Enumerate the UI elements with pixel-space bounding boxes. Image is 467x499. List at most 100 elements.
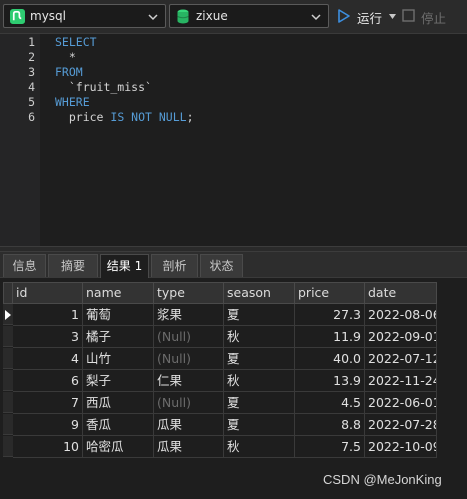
cell-date[interactable]: 2022-07-28: [365, 414, 437, 436]
sql-keyword: IS NOT NULL: [110, 110, 187, 124]
sql-token: ;: [186, 110, 194, 124]
cell-season[interactable]: 夏: [224, 392, 295, 414]
cell-type[interactable]: (Null): [154, 392, 224, 414]
database-icon: [177, 9, 189, 24]
column-header-season[interactable]: season: [224, 282, 295, 304]
tab-1[interactable]: 摘要: [48, 254, 98, 277]
cell-season[interactable]: 夏: [224, 414, 295, 436]
sql-keyword: SELECT: [55, 35, 97, 49]
line-number: 2: [28, 50, 35, 64]
cell-price[interactable]: 40.0: [295, 348, 365, 370]
cell-name[interactable]: 香瓜: [83, 414, 154, 436]
row-selector[interactable]: [3, 348, 13, 369]
cell-name[interactable]: 山竹: [83, 348, 154, 370]
play-icon: [338, 9, 350, 23]
sql-token: `fruit_miss`: [55, 80, 152, 94]
caret-down-icon[interactable]: [389, 14, 396, 19]
line-number: 1: [28, 35, 35, 49]
connection-icon: [10, 9, 25, 24]
code-line: `fruit_miss`: [55, 80, 152, 95]
line-number: 5: [28, 95, 35, 109]
cell-price[interactable]: 7.5: [295, 436, 365, 458]
cell-price[interactable]: 11.9: [295, 326, 365, 348]
cell-date[interactable]: 2022-11-24: [365, 370, 437, 392]
cell-type[interactable]: 浆果: [154, 304, 224, 326]
row-selector[interactable]: [3, 392, 13, 413]
code-line: WHERE: [55, 95, 90, 110]
stop-label: 停止: [421, 11, 447, 26]
column-header-name[interactable]: name: [83, 282, 154, 304]
tab-0[interactable]: 信息: [3, 254, 46, 277]
cell-id[interactable]: 6: [13, 370, 83, 392]
toolbar: mysql zixue 运行 停止: [0, 0, 467, 34]
code-line: SELECT: [55, 35, 97, 50]
row-selector[interactable]: [3, 326, 13, 347]
cell-price[interactable]: 4.5: [295, 392, 365, 414]
column-header-id[interactable]: id: [13, 282, 83, 304]
cell-name[interactable]: 橘子: [83, 326, 154, 348]
column-header-price[interactable]: price: [295, 282, 365, 304]
cell-season[interactable]: 夏: [224, 348, 295, 370]
cell-id[interactable]: 9: [13, 414, 83, 436]
connection-label: mysql: [30, 9, 66, 23]
line-number-gutter: 123456: [0, 34, 40, 246]
row-selector[interactable]: [3, 370, 13, 391]
row-selector[interactable]: [3, 414, 13, 435]
cell-season[interactable]: 秋: [224, 436, 295, 458]
result-tabbar: 信息 摘要 结果 1 剖析 状态: [0, 252, 467, 278]
result-grid[interactable]: id name type season price date 1 葡萄 浆果夏 27.3 2022-…: [0, 278, 467, 458]
cell-type[interactable]: 仁果: [154, 370, 224, 392]
chevron-down-icon: [311, 14, 321, 21]
cell-price[interactable]: 8.8: [295, 414, 365, 436]
stop-icon: [402, 9, 415, 22]
cell-name[interactable]: 葡萄: [83, 304, 154, 326]
line-number: 3: [28, 65, 35, 79]
cell-type[interactable]: 瓜果: [154, 436, 224, 458]
cell-type[interactable]: (Null): [154, 326, 224, 348]
tab-4[interactable]: 状态: [200, 254, 243, 277]
cell-price[interactable]: 13.9: [295, 370, 365, 392]
line-number: 4: [28, 80, 35, 94]
cell-date[interactable]: 2022-08-06: [365, 304, 437, 326]
sql-editor[interactable]: 123456 SELECT * FROM `fruit_miss` WHERE pr…: [0, 34, 467, 246]
cell-date[interactable]: 2022-07-12: [365, 348, 437, 370]
line-number: 6: [28, 110, 35, 124]
cell-name[interactable]: 梨子: [83, 370, 154, 392]
cell-id[interactable]: 10: [13, 436, 83, 458]
cell-id[interactable]: 4: [13, 348, 83, 370]
connection-select[interactable]: mysql: [3, 4, 166, 28]
cell-date[interactable]: 2022-06-01: [365, 392, 437, 414]
database-select[interactable]: zixue: [169, 4, 329, 28]
cell-type[interactable]: 瓜果: [154, 414, 224, 436]
code-line: FROM: [55, 65, 83, 80]
sql-token: *: [55, 50, 76, 64]
cell-id[interactable]: 3: [13, 326, 83, 348]
tab-2[interactable]: 结果 1: [100, 254, 149, 278]
cell-date[interactable]: 2022-10-09: [365, 436, 437, 458]
cell-id[interactable]: 7: [13, 392, 83, 414]
current-row-arrow-icon: [5, 310, 11, 320]
cell-type[interactable]: (Null): [154, 348, 224, 370]
chevron-down-icon: [148, 14, 158, 21]
database-label: zixue: [196, 9, 228, 23]
cell-season[interactable]: 秋: [224, 370, 295, 392]
row-selector[interactable]: [3, 436, 13, 457]
column-header-type[interactable]: type: [154, 282, 224, 304]
run-label: 运行: [357, 11, 383, 26]
cell-season[interactable]: 秋: [224, 326, 295, 348]
tab-3[interactable]: 剖析: [151, 254, 198, 277]
sql-token: price: [55, 110, 111, 124]
sql-keyword: WHERE: [55, 95, 90, 109]
code-line: price IS NOT NULL;: [55, 110, 194, 125]
column-header-date[interactable]: date: [365, 282, 437, 304]
sql-keyword: FROM: [55, 65, 83, 79]
cell-name[interactable]: 哈密瓜: [83, 436, 154, 458]
cell-price[interactable]: 27.3: [295, 304, 365, 326]
cell-name[interactable]: 西瓜: [83, 392, 154, 414]
code-line: *: [55, 50, 76, 65]
grid-corner: [3, 282, 13, 304]
cell-id[interactable]: 1: [13, 304, 83, 326]
cell-season[interactable]: 夏: [224, 304, 295, 326]
watermark: CSDN @MeJonKing: [323, 472, 442, 487]
cell-date[interactable]: 2022-09-01: [365, 326, 437, 348]
